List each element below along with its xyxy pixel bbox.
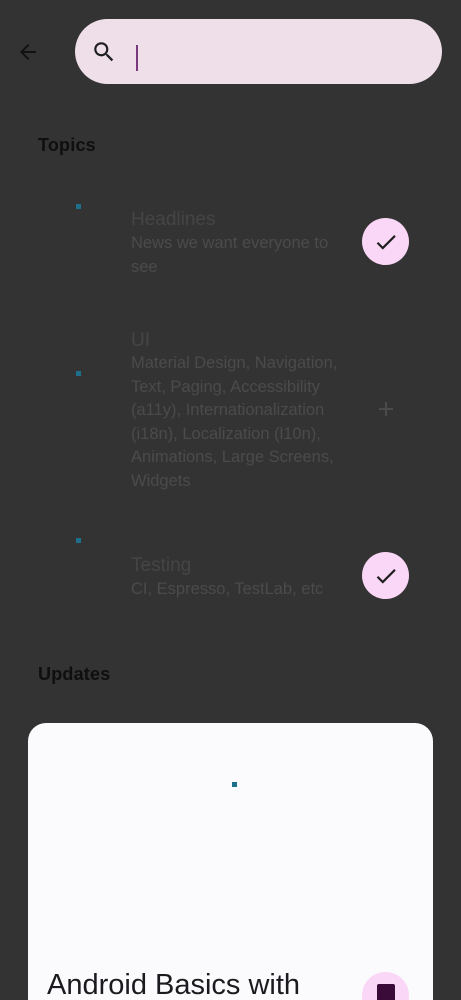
topic-item-ui[interactable]: UI Material Design, Navigation, Text, Pa… bbox=[0, 320, 461, 510]
topic-image bbox=[76, 371, 81, 376]
card-title: Android Basics with bbox=[47, 969, 301, 1000]
topic-description: News we want everyone to see bbox=[131, 234, 329, 276]
topic-image bbox=[76, 538, 81, 543]
topic-description: Material Design, Navigation, Text, Pagin… bbox=[131, 354, 338, 490]
topics-section-title: Topics bbox=[38, 135, 96, 155]
topic-image bbox=[76, 204, 81, 209]
topic-title: UI bbox=[131, 330, 150, 351]
topic-item-testing[interactable]: Testing CI, Espresso, TestLab, etc bbox=[0, 530, 461, 630]
bookmark-button[interactable] bbox=[362, 972, 409, 1000]
topic-description: CI, Espresso, TestLab, etc bbox=[131, 580, 324, 598]
topic-title: Headlines bbox=[131, 209, 216, 230]
card-header-image bbox=[232, 782, 237, 787]
follow-toggle-button[interactable] bbox=[362, 218, 409, 265]
topic-title: Testing bbox=[131, 555, 192, 576]
topic-item-headlines[interactable]: Headlines News we want everyone to see bbox=[0, 190, 461, 300]
text-cursor bbox=[136, 45, 138, 71]
follow-toggle-button[interactable] bbox=[362, 552, 409, 599]
arrow-back-icon bbox=[20, 44, 36, 60]
back-button[interactable] bbox=[8, 32, 48, 72]
search-screen: Topics Headlines News we want everyone t… bbox=[0, 0, 461, 1000]
news-resource-card[interactable]: Android Basics with bbox=[28, 723, 433, 1000]
updates-section-title: Updates bbox=[38, 664, 111, 684]
check-icon bbox=[376, 234, 396, 250]
search-input[interactable] bbox=[141, 37, 425, 69]
search-bar[interactable] bbox=[75, 19, 442, 84]
bookmark-icon bbox=[376, 984, 395, 1000]
search-icon bbox=[94, 42, 114, 62]
follow-toggle-button[interactable] bbox=[362, 385, 409, 432]
add-icon bbox=[378, 401, 393, 416]
check-icon bbox=[376, 568, 396, 584]
